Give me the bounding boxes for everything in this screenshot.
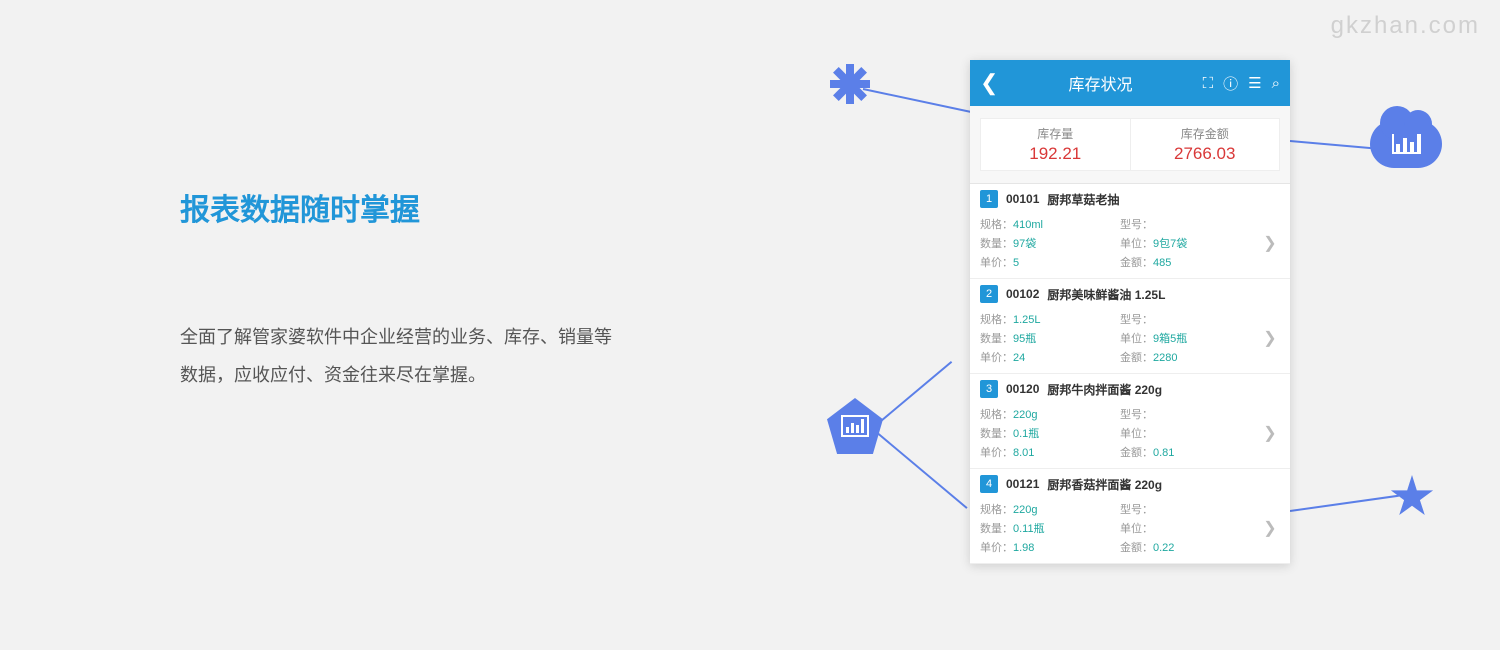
item-model: 型号： bbox=[1120, 501, 1260, 517]
list-item[interactable]: 2 00102 厨邦美味鲜酱油 1.25L 规格：1.25L 型号： ❯ 数量：… bbox=[970, 279, 1290, 374]
item-amount: 金额：2280 bbox=[1120, 349, 1260, 365]
item-body: 规格：220g 型号： ❯ 数量：0.11瓶 单位： 单价：1.98 金额：0.… bbox=[970, 499, 1290, 563]
star-icon bbox=[1390, 475, 1434, 519]
item-code: 00120 bbox=[1006, 382, 1039, 396]
item-header: 4 00121 厨邦香菇拌面酱 220g bbox=[970, 469, 1290, 499]
list-item[interactable]: 1 00101 厨邦草菇老抽 规格：410ml 型号： ❯ 数量：97袋 单位：… bbox=[970, 184, 1290, 279]
item-spec: 规格：1.25L bbox=[980, 311, 1120, 327]
item-code: 00101 bbox=[1006, 192, 1039, 206]
list-icon[interactable]: ☰ bbox=[1248, 74, 1261, 92]
item-unit: 单位：9包7袋 bbox=[1120, 235, 1260, 251]
phone-mockup: ❮ 库存状况 ⛶ ⓘ ☰ ⌕ 库存量 192.21 库存金额 2766.03 1… bbox=[970, 60, 1290, 564]
item-unit: 单位： bbox=[1120, 425, 1260, 441]
deco-line bbox=[863, 88, 971, 113]
chevron-right-icon[interactable]: ❯ bbox=[1260, 216, 1280, 270]
cloud-chart-icon bbox=[1370, 120, 1442, 168]
summary-qty-label: 库存量 bbox=[981, 125, 1130, 142]
item-name: 厨邦草菇老抽 bbox=[1047, 191, 1119, 208]
chevron-right-icon[interactable]: ❯ bbox=[1260, 501, 1280, 555]
item-amount: 金额：485 bbox=[1120, 254, 1260, 270]
item-code: 00102 bbox=[1006, 287, 1039, 301]
chevron-right-icon[interactable]: ❯ bbox=[1260, 406, 1280, 460]
item-index-badge: 2 bbox=[980, 285, 998, 303]
search-icon[interactable]: ⌕ bbox=[1272, 75, 1280, 92]
item-header: 3 00120 厨邦牛肉拌面酱 220g bbox=[970, 374, 1290, 404]
deco-line bbox=[874, 430, 967, 509]
item-price: 单价：1.98 bbox=[980, 539, 1120, 555]
item-unit: 单位：9箱5瓶 bbox=[1120, 330, 1260, 346]
item-spec: 规格：220g bbox=[980, 501, 1120, 517]
header-action-icons: ⛶ ⓘ ☰ ⌕ bbox=[1203, 73, 1280, 94]
item-body: 规格：410ml 型号： ❯ 数量：97袋 单位：9包7袋 单价：5 金额：48… bbox=[970, 214, 1290, 278]
page-heading: 报表数据随时掌握 bbox=[180, 185, 620, 229]
summary-row: 库存量 192.21 库存金额 2766.03 bbox=[970, 106, 1290, 184]
item-spec: 规格：220g bbox=[980, 406, 1120, 422]
summary-qty[interactable]: 库存量 192.21 bbox=[980, 118, 1130, 171]
deco-line bbox=[1290, 140, 1380, 150]
item-index-badge: 4 bbox=[980, 475, 998, 493]
monitor-chart-icon bbox=[827, 398, 883, 454]
item-qty: 数量：97袋 bbox=[980, 235, 1120, 251]
item-name: 厨邦美味鲜酱油 1.25L bbox=[1047, 286, 1165, 303]
list-item[interactable]: 3 00120 厨邦牛肉拌面酱 220g 规格：220g 型号： ❯ 数量：0.… bbox=[970, 374, 1290, 469]
item-qty: 数量：95瓶 bbox=[980, 330, 1120, 346]
summary-qty-value: 192.21 bbox=[981, 144, 1130, 164]
deco-line bbox=[1290, 495, 1399, 512]
deco-line bbox=[874, 361, 952, 427]
item-qty: 数量：0.1瓶 bbox=[980, 425, 1120, 441]
scan-icon[interactable]: ⛶ bbox=[1203, 75, 1214, 92]
marketing-copy: 报表数据随时掌握 全面了解管家婆软件中企业经营的业务、库存、销量等数据，应收应付… bbox=[180, 185, 620, 395]
item-amount: 金额：0.22 bbox=[1120, 539, 1260, 555]
inventory-list: 1 00101 厨邦草菇老抽 规格：410ml 型号： ❯ 数量：97袋 单位：… bbox=[970, 184, 1290, 564]
chevron-right-icon[interactable]: ❯ bbox=[1260, 311, 1280, 365]
info-icon[interactable]: ⓘ bbox=[1223, 73, 1238, 94]
item-body: 规格：1.25L 型号： ❯ 数量：95瓶 单位：9箱5瓶 单价：24 金额：2… bbox=[970, 309, 1290, 373]
item-model: 型号： bbox=[1120, 311, 1260, 327]
item-index-badge: 1 bbox=[980, 190, 998, 208]
item-name: 厨邦牛肉拌面酱 220g bbox=[1047, 381, 1162, 398]
item-code: 00121 bbox=[1006, 477, 1039, 491]
item-amount: 金额：0.81 bbox=[1120, 444, 1260, 460]
item-index-badge: 3 bbox=[980, 380, 998, 398]
item-header: 1 00101 厨邦草菇老抽 bbox=[970, 184, 1290, 214]
item-body: 规格：220g 型号： ❯ 数量：0.1瓶 单位： 单价：8.01 金额：0.8… bbox=[970, 404, 1290, 468]
summary-amount[interactable]: 库存金额 2766.03 bbox=[1130, 118, 1281, 171]
summary-amount-value: 2766.03 bbox=[1131, 144, 1280, 164]
item-qty: 数量：0.11瓶 bbox=[980, 520, 1120, 536]
watermark-text: gkzhan.com bbox=[1331, 12, 1480, 40]
item-model: 型号： bbox=[1120, 406, 1260, 422]
header-title: 库存状况 bbox=[998, 71, 1202, 95]
item-spec: 规格：410ml bbox=[980, 216, 1120, 232]
item-header: 2 00102 厨邦美味鲜酱油 1.25L bbox=[970, 279, 1290, 309]
item-unit: 单位： bbox=[1120, 520, 1260, 536]
item-price: 单价：5 bbox=[980, 254, 1120, 270]
back-button[interactable]: ❮ bbox=[980, 70, 998, 96]
app-header: ❮ 库存状况 ⛶ ⓘ ☰ ⌕ bbox=[970, 60, 1290, 106]
list-item[interactable]: 4 00121 厨邦香菇拌面酱 220g 规格：220g 型号： ❯ 数量：0.… bbox=[970, 469, 1290, 564]
item-model: 型号： bbox=[1120, 216, 1260, 232]
page-description: 全面了解管家婆软件中企业经营的业务、库存、销量等数据，应收应付、资金往来尽在掌握… bbox=[180, 319, 620, 395]
item-price: 单价：24 bbox=[980, 349, 1120, 365]
starburst-icon bbox=[830, 64, 870, 104]
item-name: 厨邦香菇拌面酱 220g bbox=[1047, 476, 1162, 493]
summary-amount-label: 库存金额 bbox=[1131, 125, 1280, 142]
item-price: 单价：8.01 bbox=[980, 444, 1120, 460]
